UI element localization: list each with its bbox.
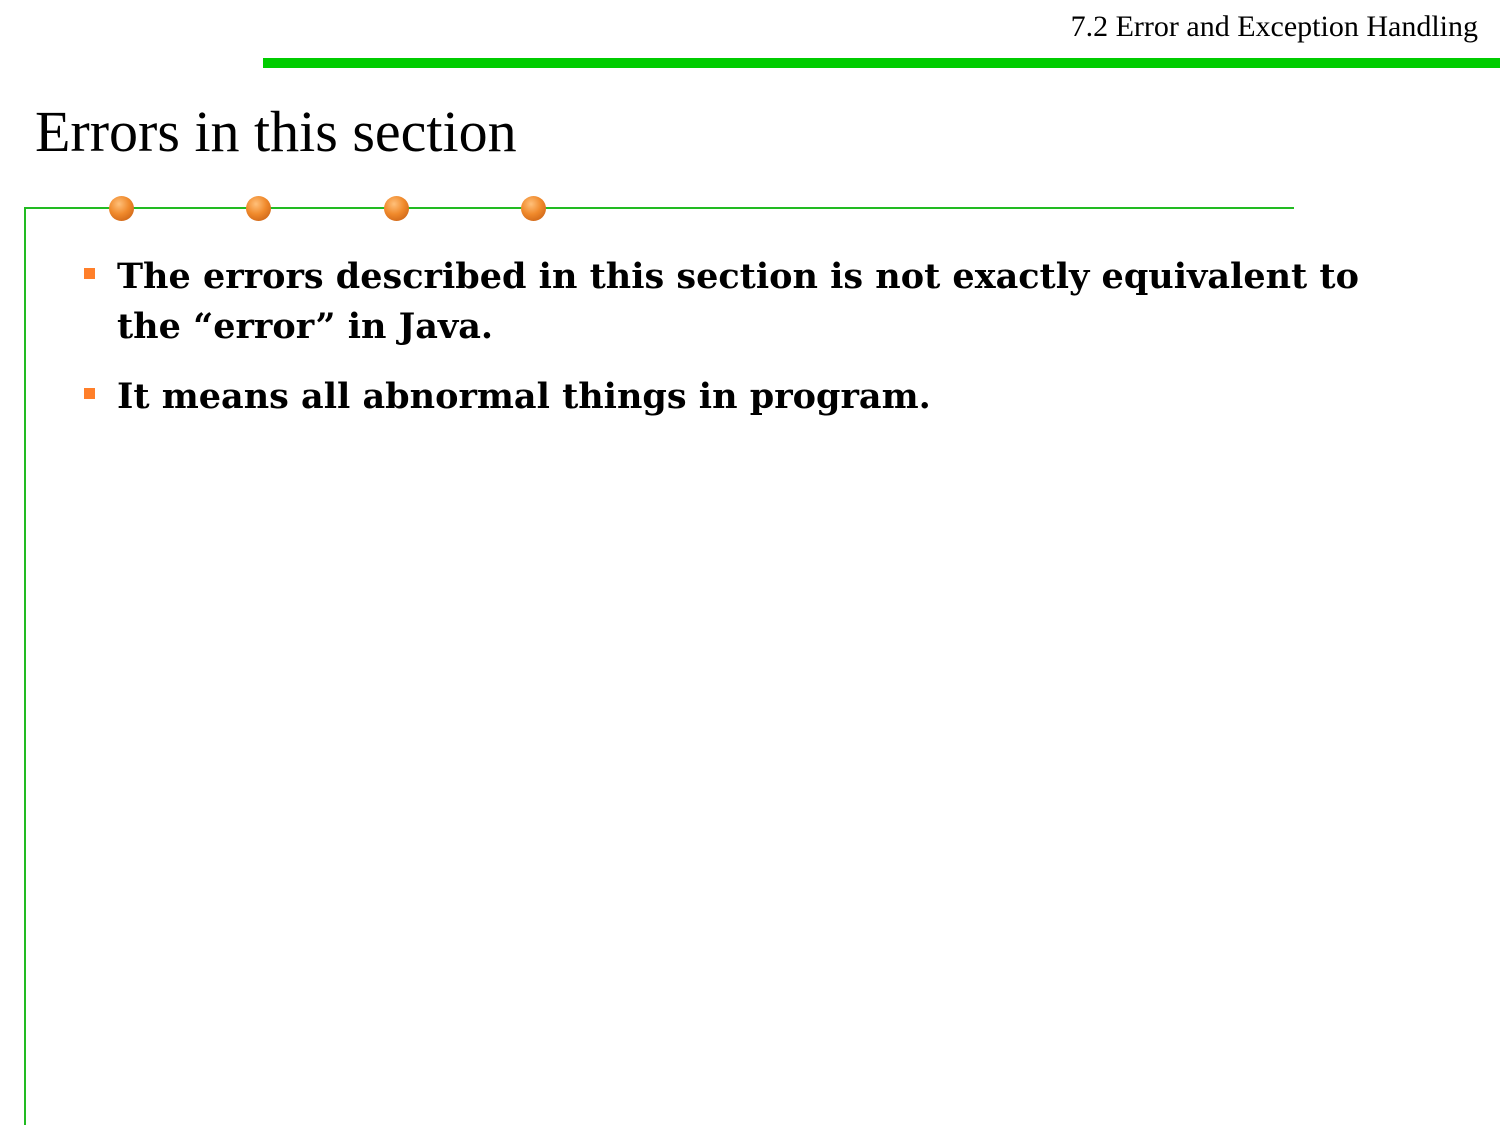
bullet-text: It means all abnormal things in program. (117, 376, 931, 417)
list-item: The errors described in this section is … (80, 252, 1410, 352)
header-accent-bar (263, 58, 1500, 68)
section-header: 7.2 Error and Exception Handling (1070, 10, 1478, 43)
list-item: It means all abnormal things in program. (80, 372, 1410, 422)
decorative-dot (109, 196, 134, 221)
left-margin-rule (24, 207, 26, 1125)
slide-title: Errors in this section (35, 99, 517, 164)
decorative-dot (246, 196, 271, 221)
decorative-dot (521, 196, 546, 221)
square-bullet-icon (84, 268, 95, 279)
decorative-dot (384, 196, 409, 221)
bullet-text: The errors described in this section is … (117, 256, 1359, 347)
bullet-list: The errors described in this section is … (80, 252, 1410, 442)
square-bullet-icon (84, 388, 95, 399)
title-underline-rule (24, 207, 1294, 209)
